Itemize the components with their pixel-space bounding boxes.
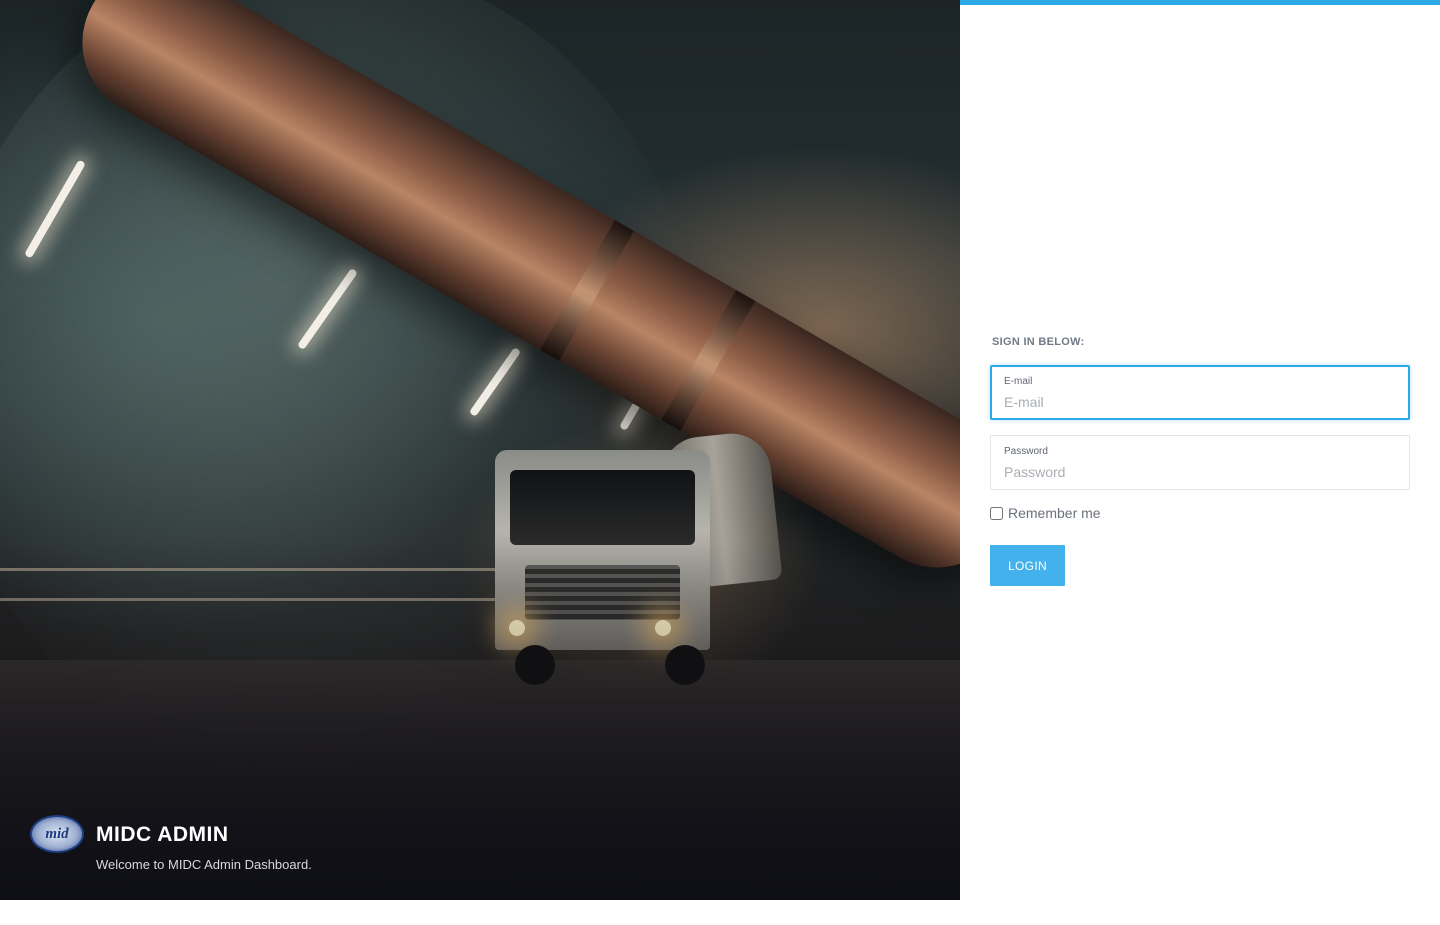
password-field[interactable]: [1004, 462, 1394, 482]
sign-in-heading: SIGN IN BELOW:: [992, 336, 1085, 348]
password-label: Password: [1004, 446, 1048, 457]
login-panel: SIGN IN BELOW: E-mail Password Remember …: [960, 0, 1440, 925]
remember-me-label: Remember me: [1008, 505, 1101, 521]
brand-text: MIDC ADMIN Welcome to MIDC Admin Dashboa…: [96, 815, 312, 873]
login-form: SIGN IN BELOW: E-mail Password Remember …: [990, 336, 1410, 586]
brand-title: MIDC ADMIN: [96, 823, 229, 846]
logo-text: mid: [45, 825, 69, 842]
brand-block: mid MIDC ADMIN Welcome to MIDC Admin Das…: [30, 815, 312, 873]
login-button[interactable]: LOGIN: [990, 545, 1065, 586]
hero-gradient-overlay: [0, 0, 960, 900]
brand-subtitle: Welcome to MIDC Admin Dashboard.: [96, 857, 312, 872]
email-field[interactable]: [1004, 392, 1394, 412]
email-field-group[interactable]: E-mail: [990, 365, 1410, 420]
password-field-group[interactable]: Password: [990, 435, 1410, 490]
accent-top-bar: [960, 0, 1440, 5]
remember-me[interactable]: Remember me: [990, 505, 1410, 521]
hero-background-image: mid MIDC ADMIN Welcome to MIDC Admin Das…: [0, 0, 960, 900]
email-label: E-mail: [1004, 376, 1033, 387]
midc-logo: mid: [30, 815, 84, 853]
remember-me-checkbox[interactable]: [990, 506, 1003, 520]
